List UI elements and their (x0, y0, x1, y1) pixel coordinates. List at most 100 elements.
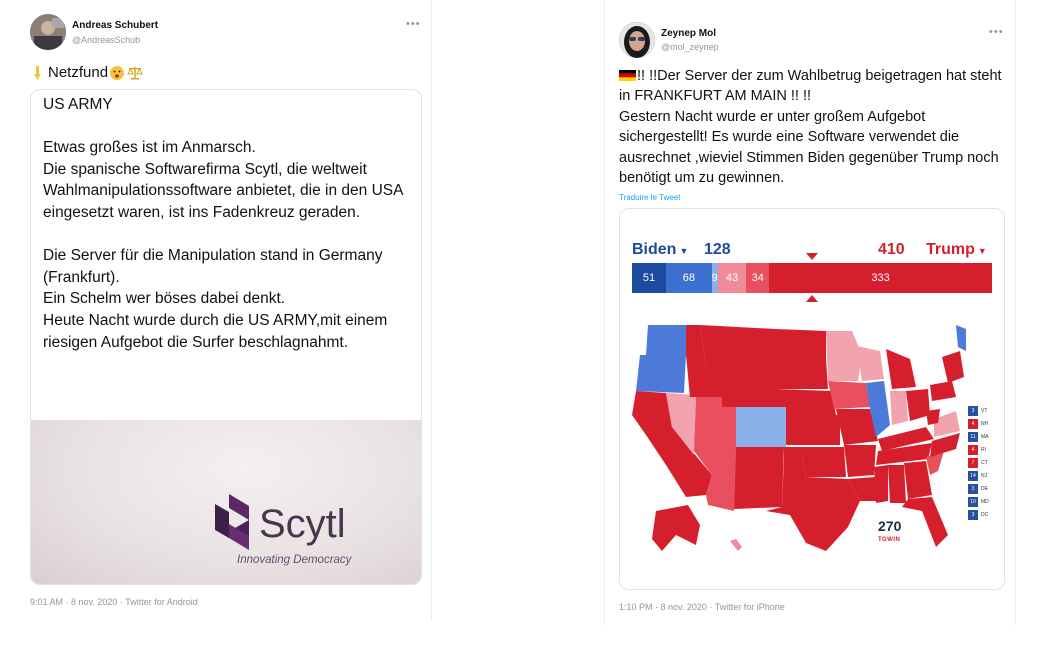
small-state-votes: 14 (968, 471, 978, 481)
state-west-virginia (926, 409, 940, 425)
small-state-label: DE (981, 486, 988, 492)
user-avatar[interactable] (619, 22, 655, 58)
small-state-dc[interactable]: 3 DC (968, 509, 998, 521)
state-montana (700, 325, 776, 365)
us-electoral-map[interactable] (626, 315, 966, 559)
small-state-votes: 4 (968, 445, 978, 455)
display-name[interactable]: Zeynep Mol (661, 28, 716, 39)
small-state-votes: 7 (968, 458, 978, 468)
small-state-votes: 11 (968, 432, 978, 442)
state-arkansas (844, 445, 876, 477)
small-state-ct[interactable]: 7 CT (968, 457, 998, 469)
state-alaska (652, 505, 700, 551)
state-oregon (636, 355, 686, 393)
astonished-emoji-icon (109, 65, 125, 81)
small-state-vt[interactable]: 3 VT (968, 405, 998, 417)
tweet-text: Netzfund (30, 64, 143, 81)
tweet-text-content: !! !!Der Server der zum Wahlbetrug beige… (619, 68, 1002, 187)
small-state-votes: 3 (968, 484, 978, 494)
translate-tweet-link[interactable]: Traduire le Tweet (619, 193, 680, 202)
small-state-label: MD (981, 499, 989, 505)
ev-bar-segment-5: 333 (769, 263, 992, 293)
state-florida (902, 497, 948, 547)
small-state-ma[interactable]: 11 MA (968, 431, 998, 443)
marker-triangle-bottom-icon (806, 295, 818, 302)
state-new-england (956, 325, 966, 351)
avatar-photo-icon (30, 14, 66, 50)
tweet-timestamp[interactable]: 9:01 AM · 8 nov. 2020 · Twitter for Andr… (30, 597, 198, 607)
state-indiana (890, 391, 908, 425)
biden-dropdown-icon: ▼ (679, 246, 689, 256)
state-ohio (906, 389, 930, 421)
trump-total: 410 (878, 241, 905, 258)
small-state-nj[interactable]: 14 NJ (968, 470, 998, 482)
german-flag-emoji-icon (619, 67, 636, 81)
state-alabama (888, 465, 906, 503)
ev-bar-segment-0: 51 (632, 263, 667, 293)
tweet-zeynep: Zeynep Mol @mol_zeynep ••• !! !!Der Serv… (604, 0, 1016, 625)
avatar-photo-icon (619, 22, 655, 58)
small-state-md[interactable]: 10 MD (968, 496, 998, 508)
state-minnesota (826, 331, 862, 381)
tweet-andreas: Andreas Schubert @AndreasSchub ••• Netzf… (18, 0, 432, 620)
state-iowa (828, 381, 870, 409)
state-mississippi (874, 465, 888, 503)
small-state-de[interactable]: 3 DE (968, 483, 998, 495)
tweet-timestamp[interactable]: 1:10 PM · 8 nov. 2020 · Twitter for iPho… (619, 602, 785, 612)
small-state-label: NJ (981, 473, 988, 479)
scytl-logo-icon (215, 494, 249, 550)
scytl-wordmark: Scytl (259, 502, 346, 546)
ev-bar-segment-3: 43 (717, 263, 747, 293)
small-state-ri[interactable]: 4 RI (968, 444, 998, 456)
card-image-text: US ARMY Etwas großes ist im Anmarsch. Di… (43, 96, 403, 351)
electoral-vote-bar: 51 68 9 43 34 333 (632, 263, 992, 293)
state-new-mexico (734, 447, 784, 509)
ev-bar-segment-1: 68 (666, 263, 712, 293)
small-state-label: NH (981, 421, 989, 427)
small-state-nh[interactable]: 4 NH (968, 418, 998, 430)
trump-label[interactable]: Trump ▼ (926, 241, 987, 259)
biden-label[interactable]: Biden ▼ (632, 241, 688, 259)
more-options-button[interactable]: ••• (406, 18, 421, 30)
tweet-text: !! !!Der Server der zum Wahlbetrug beige… (619, 66, 1009, 188)
state-south-dakota (776, 359, 828, 389)
image-card[interactable]: US ARMY Etwas großes ist im Anmarsch. Di… (30, 89, 422, 585)
logo-number: 270 (878, 518, 902, 534)
small-state-label: CT (981, 460, 988, 466)
state-north-dakota (776, 329, 826, 359)
small-state-label: DC (981, 512, 989, 518)
biden-total: 128 (704, 241, 731, 258)
electoral-map-card[interactable]: Biden ▼ 128 410 Trump ▼ 51 68 9 43 34 333 (619, 208, 1005, 590)
user-avatar[interactable] (30, 14, 66, 50)
270-to-win-logo[interactable]: 270 TOWIN (878, 519, 901, 547)
scytl-tagline: Innovating Democracy (237, 554, 352, 566)
state-kansas (786, 415, 840, 445)
user-handle[interactable]: @mol_zeynep (661, 42, 719, 52)
state-michigan (886, 349, 916, 389)
state-georgia (904, 461, 932, 499)
trump-dropdown-icon: ▼ (977, 246, 987, 256)
small-state-votes: 3 (968, 406, 978, 416)
more-options-button[interactable]: ••• (989, 26, 1004, 38)
state-washington (646, 325, 686, 355)
display-name[interactable]: Andreas Schubert (72, 20, 158, 31)
small-state-votes: 3 (968, 510, 978, 520)
pointing-down-emoji-icon (30, 65, 46, 81)
tweet-text-content: Netzfund (48, 64, 109, 81)
small-state-label: MA (981, 434, 989, 440)
marker-triangle-top-icon (806, 253, 818, 260)
user-handle[interactable]: @AndreasSchub (72, 35, 140, 45)
small-state-votes: 4 (968, 419, 978, 429)
state-pennsylvania (930, 381, 956, 401)
scytl-logo-panel: Scytl Innovating Democracy (31, 420, 421, 584)
state-colorado (736, 407, 786, 447)
state-new-york (942, 351, 964, 383)
small-states-legend: 3 VT 4 NH 11 MA 4 RI 7 CT 14 NJ 3 DE 10 MD 3 DC (968, 405, 998, 522)
small-state-votes: 10 (968, 497, 978, 507)
small-state-label: VT (981, 408, 988, 414)
small-state-label: RI (981, 447, 986, 453)
logo-text: TOWIN (878, 537, 901, 543)
state-hawaii (730, 539, 742, 551)
balance-scale-emoji-icon (127, 65, 143, 81)
ev-bar-segment-4: 34 (746, 263, 770, 293)
